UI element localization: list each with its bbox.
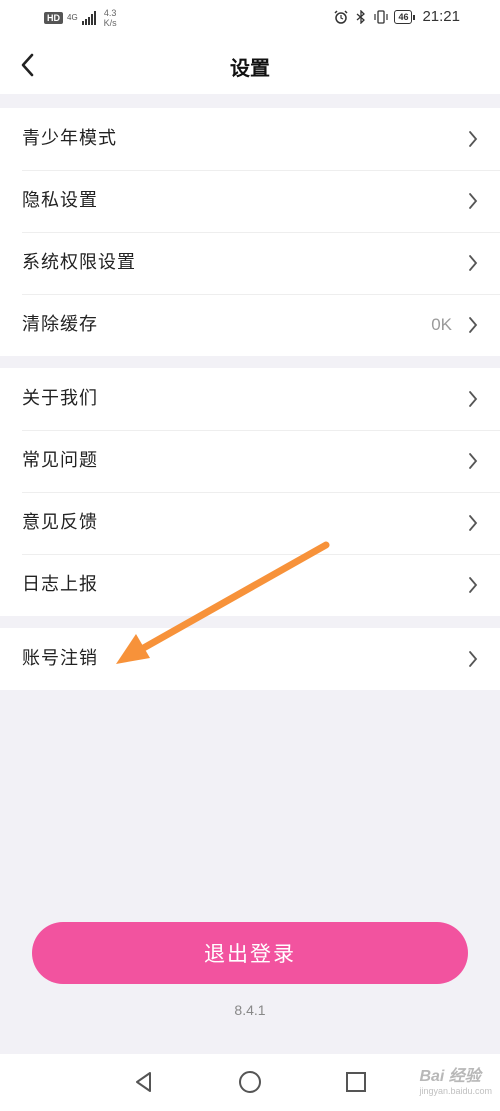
hd-badge: HD: [44, 12, 63, 24]
row-label: 青少年模式: [22, 128, 117, 149]
battery-icon: 46: [394, 9, 416, 24]
baidu-watermark: Bai 经验 jingyan.baidu.com: [419, 1062, 492, 1096]
chevron-right-icon: [469, 453, 478, 469]
app-version: 8.4.1: [234, 1002, 266, 1018]
nav-back-icon[interactable]: [130, 1068, 158, 1096]
chevron-right-icon: [469, 577, 478, 593]
watermark-url: jingyan.baidu.com: [419, 1086, 492, 1096]
chevron-right-icon: [469, 651, 478, 667]
page-title: 设置: [230, 56, 270, 80]
row-system-permissions[interactable]: 系统权限设置: [0, 232, 500, 294]
clock: 21:21: [422, 8, 460, 25]
nav-home-icon[interactable]: [236, 1068, 264, 1096]
row-privacy-settings[interactable]: 隐私设置: [0, 170, 500, 232]
system-nav-bar: Bai 经验 jingyan.baidu.com: [0, 1054, 500, 1111]
chevron-right-icon: [469, 255, 478, 271]
cache-size-value: 0K: [431, 315, 452, 334]
row-label: 关于我们: [22, 388, 98, 409]
settings-group-about: 关于我们 常见问题 意见反馈 日志上报: [0, 368, 500, 616]
row-label: 清除缓存: [22, 314, 98, 335]
nav-recents-icon[interactable]: [342, 1068, 370, 1096]
row-label: 隐私设置: [22, 190, 98, 211]
chevron-right-icon: [469, 391, 478, 407]
bluetooth-icon: [357, 9, 366, 24]
signal-icon: [81, 11, 96, 25]
speed-unit: K/s: [103, 18, 117, 28]
settings-group-account: 账号注销: [0, 628, 500, 690]
logout-button[interactable]: 退出登录: [32, 922, 468, 984]
row-label: 常见问题: [22, 450, 98, 471]
chevron-right-icon: [469, 131, 478, 147]
chevron-right-icon: [469, 515, 478, 531]
alarm-icon: [334, 9, 348, 24]
settings-group-general: 青少年模式 隐私设置 系统权限设置 清除缓存 0K: [0, 108, 500, 356]
row-label: 日志上报: [22, 574, 98, 595]
row-feedback[interactable]: 意见反馈: [0, 492, 500, 554]
row-delete-account[interactable]: 账号注销: [0, 628, 500, 690]
chevron-right-icon: [469, 193, 478, 209]
chevron-right-icon: [469, 317, 478, 333]
app-header: 设置: [0, 36, 500, 94]
row-about-us[interactable]: 关于我们: [0, 368, 500, 430]
watermark-brand: Bai 经验: [419, 1068, 481, 1085]
row-log-report[interactable]: 日志上报: [0, 554, 500, 616]
row-teen-mode[interactable]: 青少年模式: [0, 108, 500, 170]
status-right: 46 21:21: [334, 8, 460, 25]
row-clear-cache[interactable]: 清除缓存 0K: [0, 294, 500, 356]
status-left: HD 4G 4.3 K/s: [44, 8, 117, 28]
network-speed: 4.3 K/s: [104, 8, 117, 28]
vibrate-icon: [374, 9, 389, 24]
status-bar: HD 4G 4.3 K/s 46 21:21: [0, 0, 500, 36]
row-label: 账号注销: [22, 648, 98, 669]
network-type: 4G: [67, 13, 78, 22]
speed-value: 4.3: [103, 8, 117, 18]
row-label: 系统权限设置: [22, 252, 136, 273]
row-label: 意见反馈: [22, 512, 98, 533]
row-faq[interactable]: 常见问题: [0, 430, 500, 492]
